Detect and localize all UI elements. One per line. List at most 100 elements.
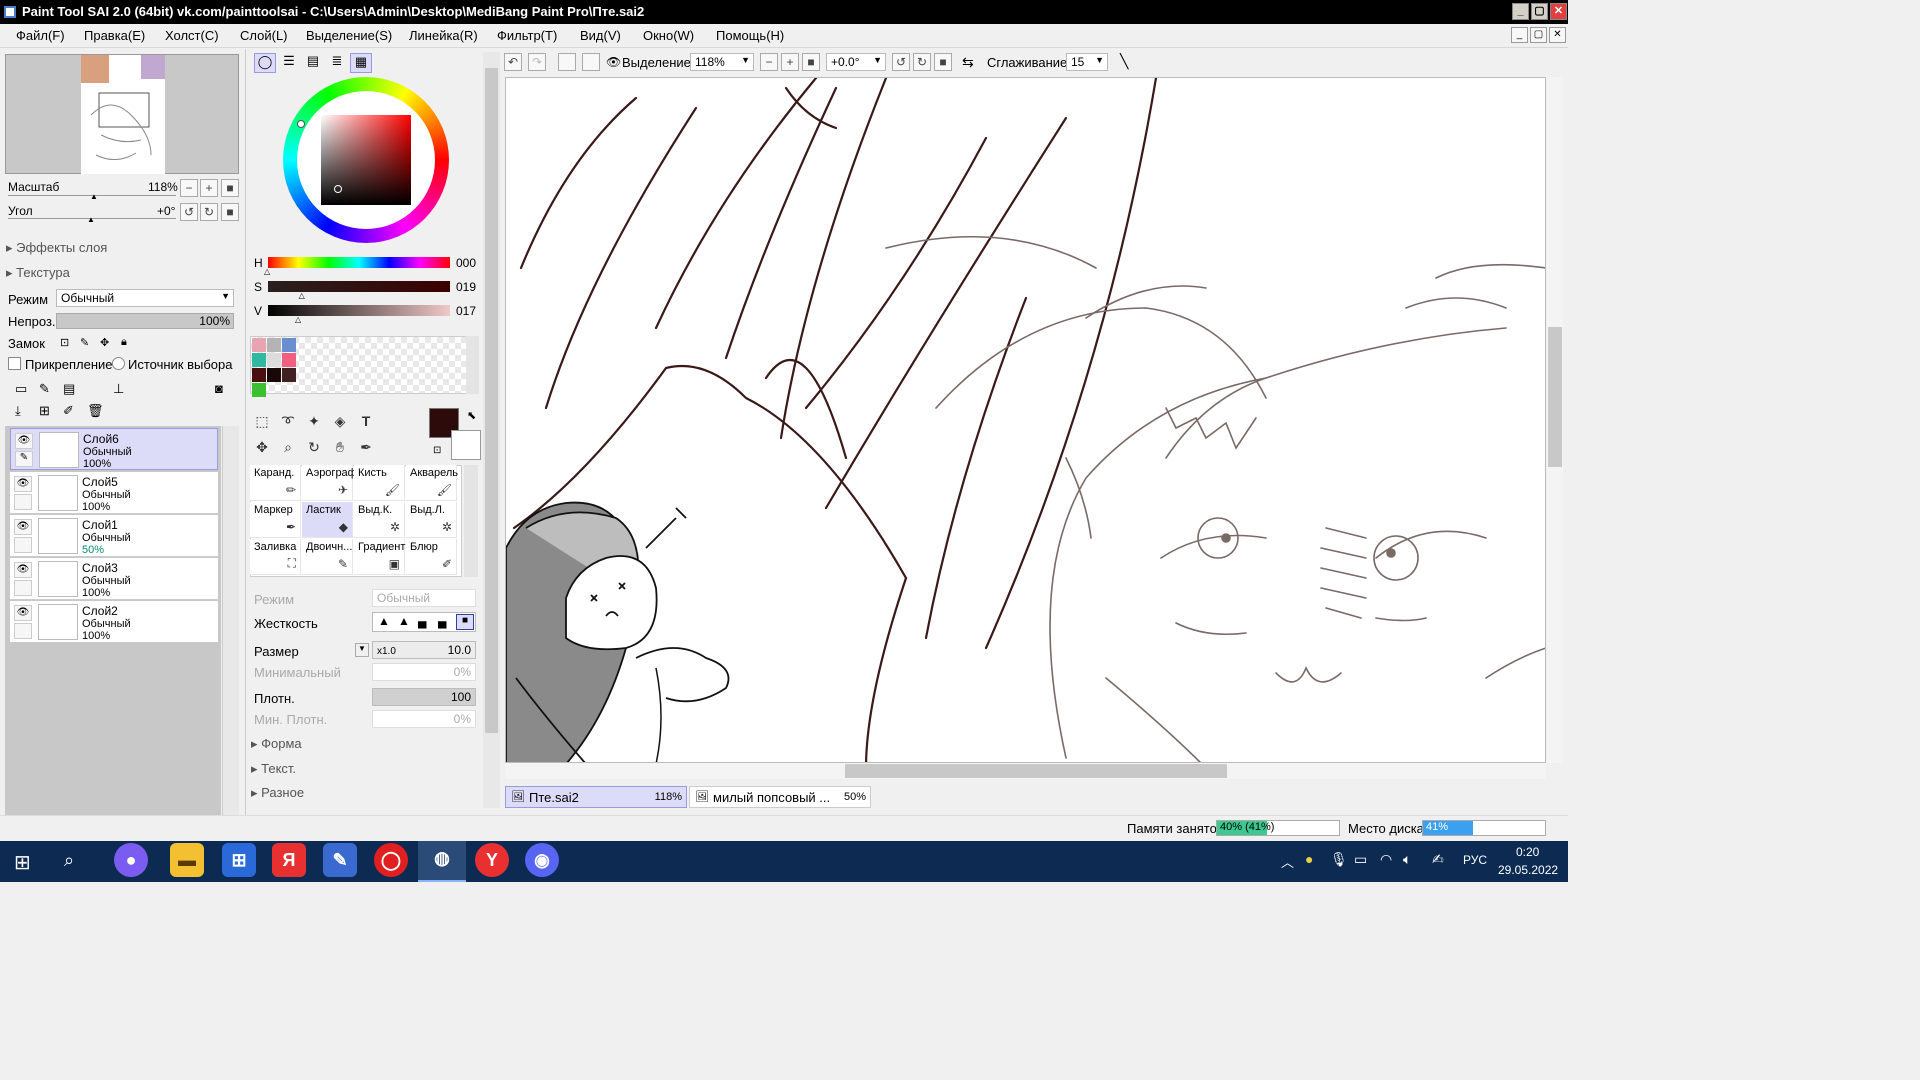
size-field[interactable]: x1.0 10.0: [372, 641, 476, 659]
hue-slider-thumb[interactable]: △: [264, 267, 270, 276]
value-slider-thumb[interactable]: △: [295, 315, 301, 324]
zoom-out-icon[interactable]: −: [760, 53, 778, 71]
crop-icon[interactable]: ⊥: [113, 381, 124, 397]
tool-airbrush[interactable]: Аэрограф ✈︎: [302, 465, 357, 501]
min-density-field[interactable]: 0%: [372, 710, 476, 728]
lasso-icon[interactable]: ➰︎: [277, 410, 299, 432]
rotate-left-button[interactable]: ↺: [180, 203, 198, 221]
hardness-max-icon[interactable]: ■: [456, 614, 474, 630]
eye-icon[interactable]: 👁︎: [606, 55, 621, 69]
deselect-icon[interactable]: [558, 53, 576, 71]
tool-grid-scrollbar[interactable]: [464, 465, 478, 577]
chevron-up-icon[interactable]: ︿: [1281, 852, 1294, 871]
tool-fill[interactable]: Заливка ⛶: [250, 539, 301, 575]
hsv-slider-tab-icon[interactable]: ▤: [302, 53, 324, 73]
language-indicator[interactable]: РУС: [1463, 853, 1487, 867]
mixer-tab-icon[interactable]: ≣: [326, 53, 348, 73]
brush-mode-select[interactable]: Обычный: [372, 589, 476, 607]
layer-row-1[interactable]: 👁︎ Слой5 Обычный 100%: [10, 472, 218, 514]
wifi-icon[interactable]: ◠: [1380, 851, 1392, 868]
doc-close-button[interactable]: ✕: [1549, 27, 1566, 43]
canvas-hscrollbar-thumb[interactable]: [845, 764, 1227, 778]
color-swatch[interactable]: [282, 353, 296, 367]
shape-section[interactable]: ▸ Форма: [251, 736, 302, 752]
menu-selection[interactable]: Выделение(S): [306, 28, 392, 43]
color-swatch[interactable]: [282, 368, 296, 382]
shape-icon[interactable]: ◈: [329, 410, 351, 432]
layer-mask-icon[interactable]: ◙: [215, 381, 223, 396]
hand-icon[interactable]: ✋︎: [329, 436, 351, 458]
clear-layer-icon[interactable]: ✐: [63, 403, 74, 419]
merge-down-icon[interactable]: ⤓: [15, 403, 21, 419]
smoothing-select[interactable]: 15 ▼: [1066, 53, 1108, 71]
painttool-active-icon[interactable]: ◍: [418, 841, 466, 882]
canvas-hscrollbar[interactable]: [505, 763, 1546, 779]
hardness-selector[interactable]: ▲ ▲ ▄ ▄ ■: [372, 612, 476, 632]
magic-wand-icon[interactable]: ✦: [303, 410, 325, 432]
lock-transparency-icon[interactable]: ⊡: [60, 336, 69, 349]
swap-colors-icon[interactable]: ⬉: [467, 409, 476, 422]
layer-row-2[interactable]: 👁︎ Слой1 Обычный 50%: [10, 515, 218, 557]
redo-icon[interactable]: ↷: [528, 53, 546, 71]
color-swatch[interactable]: [252, 383, 266, 397]
eyedropper-icon[interactable]: ✒: [355, 436, 377, 458]
eye-icon[interactable]: 👁︎: [14, 605, 32, 621]
rotate-reset-icon[interactable]: ■: [934, 53, 952, 71]
color-swatch[interactable]: [252, 368, 266, 382]
angle-select[interactable]: +0.0° ▼: [826, 53, 886, 71]
color-swatch[interactable]: [267, 338, 281, 352]
zoom-reset-icon[interactable]: ■: [802, 53, 820, 71]
lock-paint-icon[interactable]: ✎: [80, 336, 89, 349]
battery-icon[interactable]: ▭: [1354, 851, 1367, 868]
secondary-color-swatch[interactable]: [451, 430, 481, 460]
size-dropdown-chevron-icon[interactable]: ▼: [355, 643, 369, 657]
panel-scrollbar[interactable]: [483, 52, 500, 808]
menu-filter[interactable]: Фильтр(T): [497, 28, 557, 43]
rotate-right-button[interactable]: ↻: [200, 203, 218, 221]
eye-icon[interactable]: 👁︎: [14, 476, 32, 492]
saturation-slider[interactable]: [268, 281, 450, 292]
brush-texture-section[interactable]: ▸ Текст.: [251, 761, 296, 777]
rotate-ccw-icon[interactable]: ↺: [892, 53, 910, 71]
new-linework-layer-icon[interactable]: ✎: [39, 381, 50, 397]
doc-tab-1[interactable]: 🖼︎ милый попсовый ... 50%: [689, 786, 871, 808]
misc-section[interactable]: ▸ Разное: [251, 785, 304, 801]
clock-time[interactable]: 0:20: [1516, 845, 1539, 859]
menu-view[interactable]: Вид(V): [580, 28, 621, 43]
pen-icon[interactable]: ✎: [15, 451, 33, 467]
tool-brush[interactable]: Кисть 🖌︎: [354, 465, 405, 501]
clock-date[interactable]: 29.05.2022: [1498, 863, 1558, 877]
cortana-app-icon[interactable]: ●: [114, 843, 148, 877]
tool-marker[interactable]: Маркер ✒: [250, 502, 301, 538]
color-swatch[interactable]: [267, 368, 281, 382]
pen-input-icon[interactable]: ✍︎: [1432, 851, 1444, 868]
layer-row-4[interactable]: 👁︎ Слой2 Обычный 100%: [10, 601, 218, 643]
layer-select-box[interactable]: [14, 623, 32, 639]
windows-start-icon[interactable]: ⊞: [14, 850, 31, 875]
text-tool-icon[interactable]: T: [355, 410, 377, 432]
volume-icon[interactable]: 🔈︎: [1403, 851, 1411, 868]
layer-select-box[interactable]: [14, 580, 32, 596]
panel-scrollbar-thumb[interactable]: [485, 68, 498, 733]
menu-canvas[interactable]: Холст(C): [165, 28, 219, 43]
hue-slider[interactable]: [268, 257, 450, 268]
menu-ruler[interactable]: Линейка(R): [409, 28, 478, 43]
menu-file[interactable]: Файл(F): [16, 28, 65, 43]
angle-slider-thumb[interactable]: ▲: [87, 215, 95, 224]
tool-select-eraser[interactable]: Выд.Л. ✲: [406, 502, 457, 538]
file-explorer-icon[interactable]: ▬: [170, 843, 204, 877]
eye-icon[interactable]: 👁︎: [14, 519, 32, 535]
color-swatch[interactable]: [282, 338, 296, 352]
color-swatch[interactable]: [252, 353, 266, 367]
sv-cursor[interactable]: [334, 185, 342, 193]
zoom-icon[interactable]: ⌕: [277, 436, 299, 458]
layer-effects-section[interactable]: ▸ Эффекты слоя: [6, 240, 107, 256]
tool-eraser[interactable]: Ластик ◆: [302, 502, 353, 538]
canvas-vscrollbar-thumb[interactable]: [1548, 327, 1562, 467]
doc-tab-0[interactable]: 🖼︎ Пте.sai2 118%: [505, 786, 687, 808]
lock-move-icon[interactable]: ✥: [100, 336, 109, 349]
layer-select-box[interactable]: [14, 494, 32, 510]
microphone-icon[interactable]: 🎙︎: [1330, 851, 1348, 868]
color-swatch[interactable]: [267, 353, 281, 367]
search-icon[interactable]: ⌕: [64, 850, 74, 871]
